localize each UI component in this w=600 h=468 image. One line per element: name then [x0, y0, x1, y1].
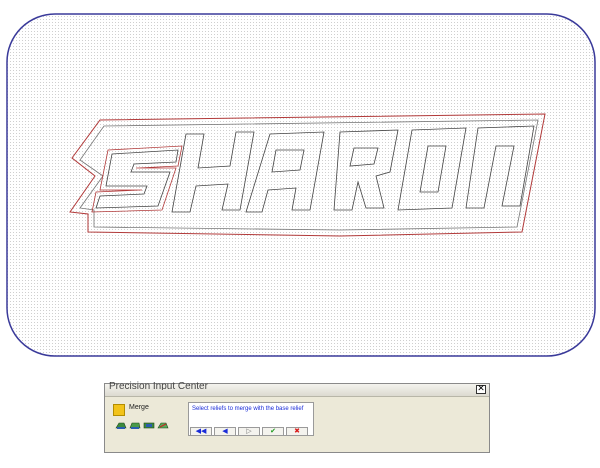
merge-color-swatch — [113, 404, 125, 416]
relief-icon-4[interactable] — [157, 421, 169, 430]
relief-icon-3[interactable] — [143, 421, 155, 430]
close-icon[interactable]: ✕ — [476, 385, 486, 394]
first-button[interactable]: ◀◀ — [190, 427, 212, 436]
merge-label: Merge — [129, 404, 149, 411]
relief-canvas[interactable] — [0, 0, 600, 370]
previous-button[interactable]: ◀ — [214, 427, 236, 436]
dialog-titlebar[interactable]: Precision Input Center ✕ — [105, 381, 489, 397]
dialog-title: Precision Input Center — [109, 381, 208, 390]
cancel-button[interactable]: ✖ — [286, 427, 308, 436]
navigation-bar: ◀◀ ◀ ▷ ✔ ✖ — [188, 427, 314, 437]
next-button[interactable]: ▷ — [238, 427, 260, 436]
relief-view[interactable] — [0, 0, 600, 370]
precision-input-center-dialog: Precision Input Center ✕ Merge Select re… — [104, 381, 490, 453]
prompt-text: Select reliefs to merge with the base re… — [192, 406, 304, 412]
ok-button[interactable]: ✔ — [262, 427, 284, 436]
relief-icon-2[interactable] — [129, 421, 141, 430]
relief-icon-1[interactable] — [115, 421, 127, 430]
relief-base-plate[interactable] — [6, 13, 596, 357]
